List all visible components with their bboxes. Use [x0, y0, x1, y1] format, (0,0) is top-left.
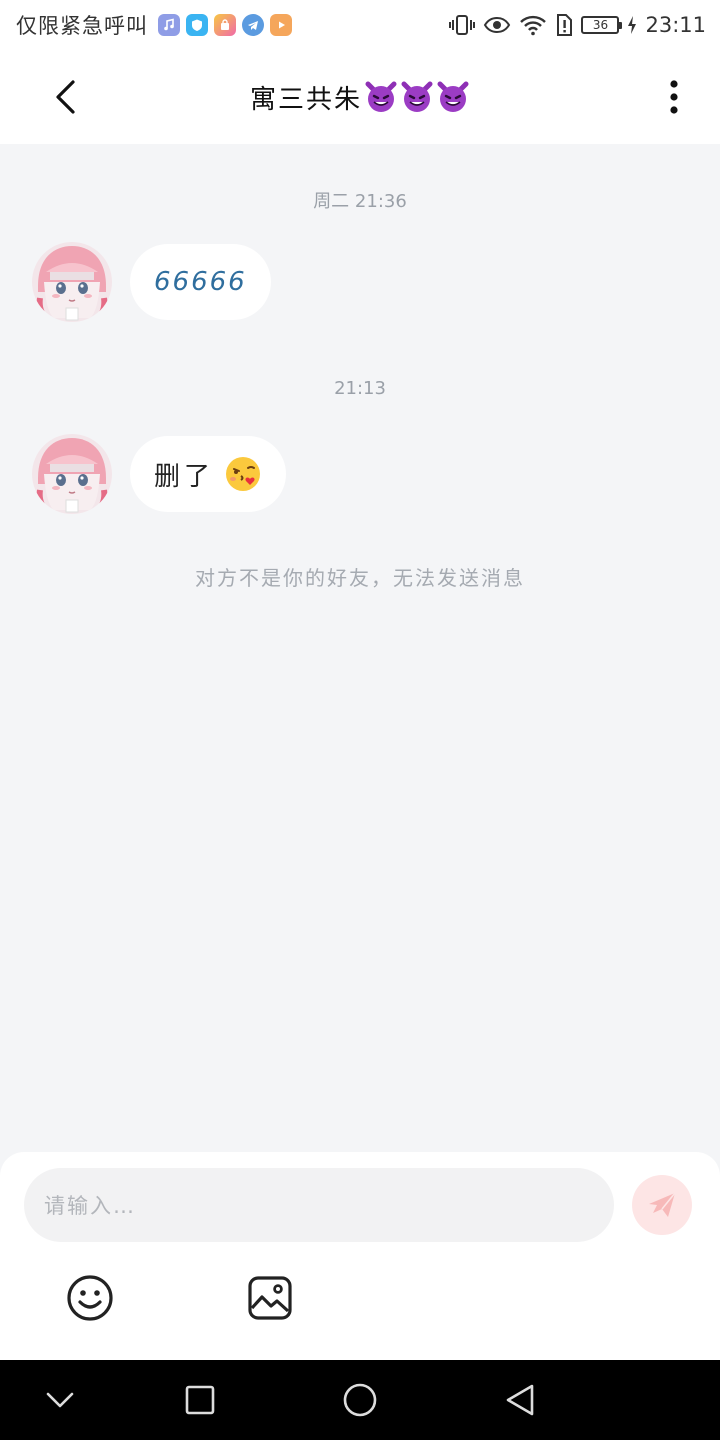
shield-app-icon — [186, 14, 208, 36]
contact-avatar[interactable] — [32, 434, 112, 514]
status-bar: 仅限紧急呼叫 36 23:11 — [0, 0, 720, 50]
smiley-icon — [67, 1275, 113, 1321]
emoji-button[interactable] — [64, 1272, 116, 1324]
eye-icon — [484, 16, 511, 34]
video-app-icon — [270, 14, 292, 36]
chat-title: 寓三共朱 — [250, 79, 470, 116]
send-button[interactable] — [632, 1175, 692, 1235]
message-timestamp: 21:13 — [334, 378, 386, 399]
anime-avatar-image — [32, 242, 112, 322]
input-panel: 请输入… — [0, 1152, 720, 1360]
message-text: 删了 — [154, 461, 215, 492]
anime-avatar-image — [32, 434, 112, 514]
message-bubble[interactable]: 66666 — [130, 244, 271, 320]
system-nav-bar — [0, 1360, 720, 1440]
chevron-down-icon — [46, 1392, 74, 1408]
paper-plane-icon — [649, 1192, 676, 1217]
message-row: 删了 — [32, 434, 287, 514]
chevron-left-icon — [56, 80, 75, 114]
message-row: 66666 — [32, 242, 271, 322]
kissing-face-emoji — [226, 457, 261, 491]
message-input-placeholder: 请输入… — [44, 1194, 136, 1218]
more-vertical-icon — [670, 80, 678, 114]
nav-back-button[interactable] — [500, 1380, 540, 1420]
message-text: 66666 — [154, 267, 247, 297]
nav-home-button[interactable] — [340, 1380, 380, 1420]
square-icon — [185, 1385, 215, 1415]
contact-name: 寓三共朱 — [249, 84, 362, 115]
battery-indicator: 36 — [581, 16, 623, 34]
smiling-devil-emoji — [401, 81, 433, 112]
charging-icon — [628, 16, 637, 34]
smiling-devil-emoji — [437, 81, 469, 112]
circle-icon — [343, 1383, 377, 1417]
wifi-icon — [520, 15, 547, 36]
more-options-button[interactable] — [652, 70, 696, 124]
smiling-devil-emoji — [365, 81, 397, 112]
nav-hide-button[interactable] — [40, 1380, 80, 1420]
store-app-icon — [214, 14, 236, 36]
chat-header: 寓三共朱 — [0, 50, 720, 144]
nav-recents-button[interactable] — [180, 1380, 220, 1420]
not-friend-notice: 对方不是你的好友，无法发送消息 — [195, 566, 525, 590]
back-button[interactable] — [40, 70, 90, 124]
sim-alert-icon — [557, 14, 573, 36]
vibrate-icon — [449, 15, 476, 35]
music-app-icon — [158, 14, 180, 36]
clock: 23:11 — [645, 13, 706, 37]
contact-avatar[interactable] — [32, 242, 112, 322]
message-bubble[interactable]: 删了 — [130, 436, 287, 512]
message-timestamp: 周二 21:36 — [313, 191, 407, 212]
image-icon — [248, 1276, 292, 1320]
carrier-text: 仅限紧急呼叫 — [16, 14, 148, 38]
image-button[interactable] — [244, 1272, 296, 1324]
message-input[interactable]: 请输入… — [24, 1168, 614, 1242]
telegram-app-icon — [242, 14, 264, 36]
triangle-back-icon — [506, 1384, 534, 1416]
battery-level: 36 — [592, 18, 609, 32]
